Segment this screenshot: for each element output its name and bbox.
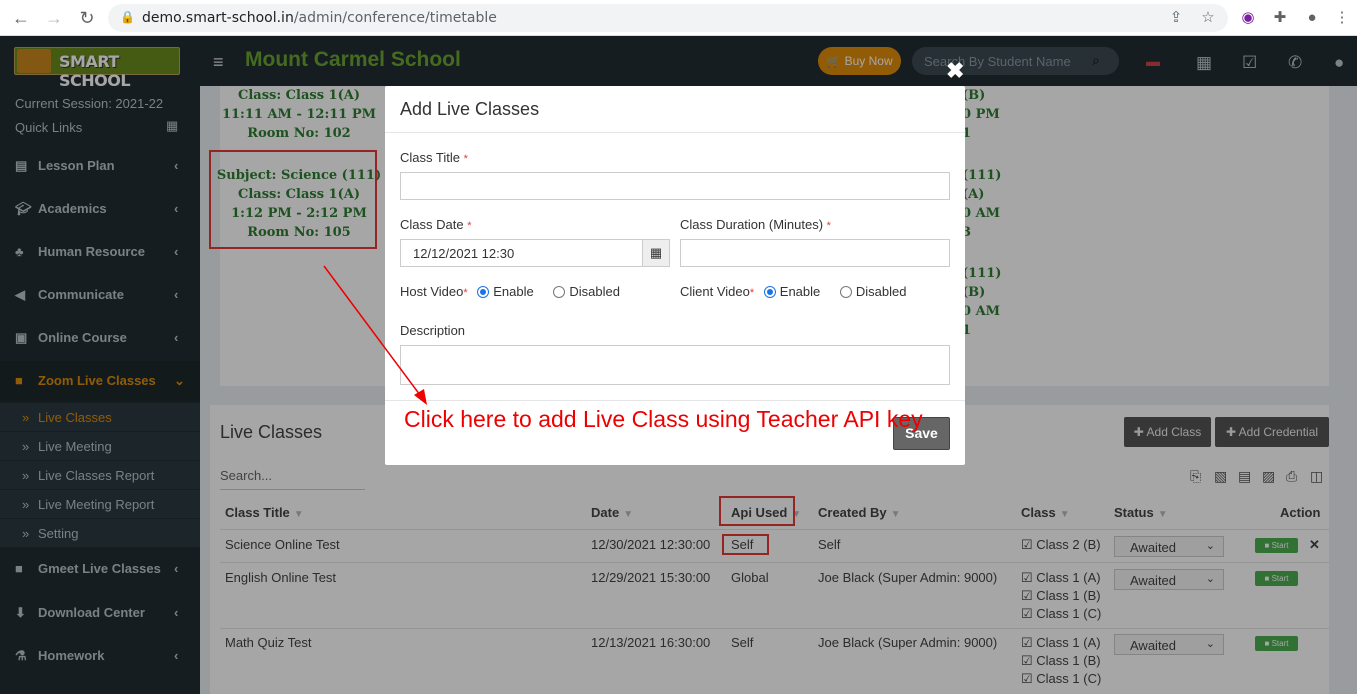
annotation-text: Click here to add Live Class using Teach… (404, 406, 923, 432)
annotation-arrow (323, 265, 427, 405)
